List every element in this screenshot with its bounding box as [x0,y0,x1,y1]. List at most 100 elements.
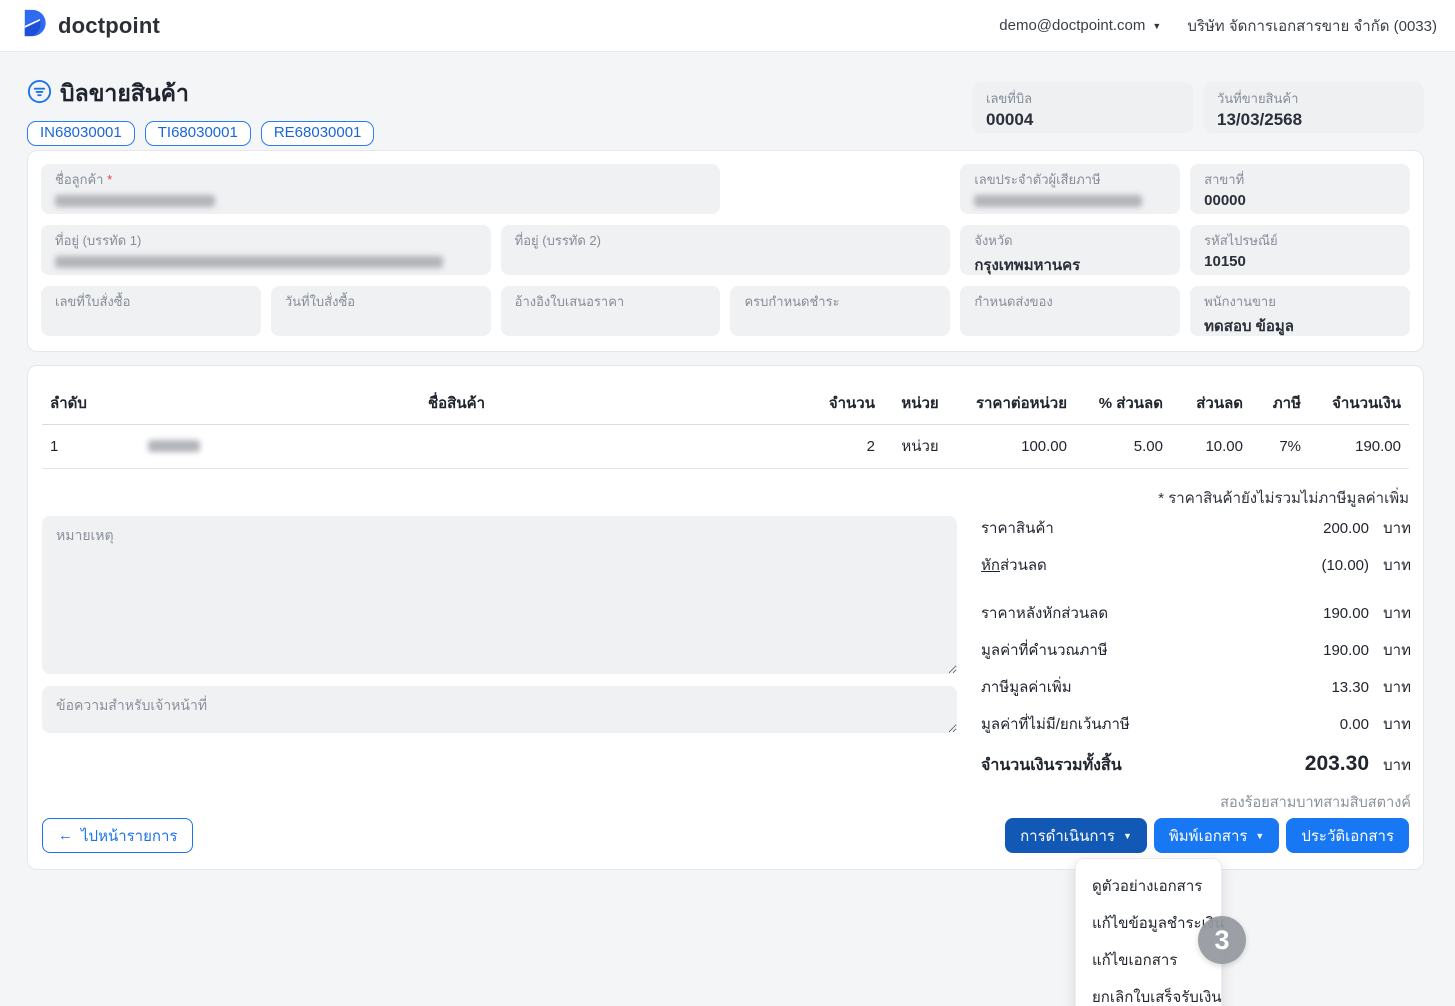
branch-label: สาขาที่ [1204,172,1245,187]
salesperson-value: ทดสอบ ข้อมูล [1204,318,1294,335]
company-name: บริษัท จัดการเอกสารขาย จำกัด (0033) [1187,17,1437,35]
top-navbar: doctpoint demo@doctpoint.com ▼ บริษัท จั… [0,0,1455,52]
delivery-date-label: กำหนดส่งของ [974,294,1053,309]
address2-label: ที่อยู่ (บรรทัด 2) [514,233,601,248]
cell-discount-percent: 5.00 [1075,424,1171,469]
chevron-down-icon: ▼ [1152,20,1162,31]
grand-total-label: จำนวนเงินรวมทั้งสิ้น [981,757,1122,774]
customer-name-field: ชื่อลูกค้า * [41,164,721,214]
branch-field: สาขาที่ 00000 [1190,164,1410,214]
customer-name-label: ชื่อลูกค้า [55,172,104,187]
delivery-date-field: กำหนดส่งของ [960,286,1181,336]
customer-name-redacted-value [55,195,215,207]
province-field: จังหวัด กรุงเทพมหานคร [960,225,1181,275]
cell-amount: 190.00 [1309,424,1409,469]
after-discount-value: 190.00 [1323,605,1369,622]
document-number-badges: IN68030001 TI68030001 RE68030001 [27,121,375,146]
account-email: demo@doctpoint.com [999,17,1146,34]
subtotal-value: 200.00 [1323,520,1369,537]
total-in-words: สองร้อยสามบาทสามสิบสตางค์ [1220,795,1411,811]
currency-label: บาท [1383,757,1411,774]
address1-field: ที่อยู่ (บรรทัด 1) [41,225,491,275]
quotation-ref-field: อ้างอิงใบเสนอราคา [500,286,721,336]
badge-receipt-number[interactable]: RE68030001 [260,121,375,146]
totals-summary: ราคาสินค้า 200.00 บาท หักส่วนลด (10.00) … [981,516,1411,814]
subtotal-label: ราคาสินค้า [981,520,1054,537]
sale-date-value: 13/03/2568 [1217,110,1303,129]
currency-label: บาท [1383,605,1411,622]
tax-id-field: เลขประจำตัวผู้เสียภาษี [960,164,1181,214]
col-header-amount: จำนวนเงิน [1309,387,1409,425]
table-header-row: ลำดับ ชื่อสินค้า จำนวน หน่วย ราคาต่อหน่ว… [42,387,1409,425]
menu-item-preview-document[interactable]: ดูตัวอย่างเอกสาร [1076,868,1221,905]
staff-message-textarea[interactable] [42,686,957,733]
account-menu[interactable]: demo@doctpoint.com ▼ [999,17,1161,34]
cell-quantity: 2 [813,424,883,469]
discount-value: (10.00) [1321,557,1369,574]
po-number-field: เลขที่ใบสั่งซื้อ [41,286,261,336]
badge-tax-invoice-number[interactable]: TI68030001 [144,121,251,146]
vat-exempt-value: 0.00 [1339,716,1369,733]
badge-invoice-number[interactable]: IN68030001 [27,121,135,146]
vat-amount-label: ภาษีมูลค่าเพิ่ม [981,679,1072,696]
postcode-value: 10150 [1204,253,1246,270]
due-date-field: ครบกำหนดชำระ [730,286,951,336]
brand-name: doctpoint [58,12,160,38]
province-label: จังหวัด [974,233,1013,248]
col-header-unit: หน่วย [883,387,957,425]
postcode-field: รหัสไปรษณีย์ 10150 [1190,225,1410,275]
doctpoint-logo-icon [18,7,51,45]
quotation-ref-label: อ้างอิงใบเสนอราคา [514,294,625,309]
discount-label: หักส่วนลด [981,557,1047,574]
col-header-product-name: ชื่อสินค้า [100,387,813,425]
vat-amount-value: 13.30 [1331,679,1369,696]
sale-date-card: วันที่ขายสินค้า 13/03/2568 [1203,82,1424,133]
bill-number-value: 00004 [986,110,1034,129]
brand-logo[interactable]: doctpoint [18,7,160,45]
po-date-field: วันที่ใบสั่งซื้อ [270,286,491,336]
line-items-card: ลำดับ ชื่อสินค้า จำนวน หน่วย ราคาต่อหน่ว… [27,365,1424,870]
chevron-down-icon: ▼ [1255,830,1265,841]
page: doctpoint demo@doctpoint.com ▼ บริษัท จั… [0,0,1455,1006]
branch-value: 00000 [1204,192,1246,209]
document-history-button[interactable]: ประวัติเอกสาร [1286,818,1409,853]
taxable-amount-label: มูลค่าที่คำนวณภาษี [981,642,1108,659]
chevron-down-icon: ▼ [1122,830,1132,841]
back-to-list-button[interactable]: ← ไปหน้ารายการ [42,818,194,853]
sale-date-label: วันที่ขายสินค้า [1217,91,1299,106]
currency-label: บาท [1383,520,1411,537]
cell-discount: 10.00 [1171,424,1251,469]
cell-product-name [100,424,813,469]
salesperson-label: พนักงานขาย [1204,294,1276,309]
print-document-dropdown-button[interactable]: พิมพ์เอกสาร ▼ [1153,818,1280,853]
currency-label: บาท [1383,557,1411,574]
due-date-label: ครบกำหนดชำระ [744,294,840,309]
salesperson-field: พนักงานขาย ทดสอบ ข้อมูล [1190,286,1410,336]
province-value: กรุงเทพมหานคร [974,257,1081,274]
step-number-badge: 3 [1198,916,1246,964]
postcode-label: รหัสไปรษณีย์ [1204,233,1278,248]
page-title: บิลขายสินค้า [60,80,189,106]
currency-label: บาท [1383,642,1411,659]
tax-id-redacted-value [974,195,1143,207]
operations-dropdown-button[interactable]: การดำเนินการ ▼ [1005,818,1147,853]
product-name-redacted [148,440,200,452]
po-date-label: วันที่ใบสั่งซื้อ [284,294,356,309]
col-header-discount-percent: % ส่วนลด [1075,387,1171,425]
document-filter-icon [27,79,52,109]
vat-exclusion-note: * ราคาสินค้ายังไม่รวมไม่ภาษีมูลค่าเพิ่ม [1158,490,1409,507]
line-items-table: ลำดับ ชื่อสินค้า จำนวน หน่วย ราคาต่อหน่ว… [42,387,1409,469]
back-arrow-icon: ← [58,827,73,844]
col-header-unit-price: ราคาต่อหน่วย [957,387,1075,425]
col-header-discount: ส่วนลด [1171,387,1251,425]
bill-number-label: เลขที่บิล [986,91,1033,106]
cell-index: 1 [42,424,100,469]
remark-textarea[interactable] [42,516,957,674]
po-number-label: เลขที่ใบสั่งซื้อ [55,294,131,309]
menu-item-cancel-receipt[interactable]: ยกเลิกใบเสร็จรับเงิน [1076,979,1222,1006]
cell-vat: 7% [1251,424,1309,469]
col-header-quantity: จำนวน [813,387,883,425]
taxable-amount-value: 190.00 [1323,642,1369,659]
address1-redacted-value [55,256,443,268]
